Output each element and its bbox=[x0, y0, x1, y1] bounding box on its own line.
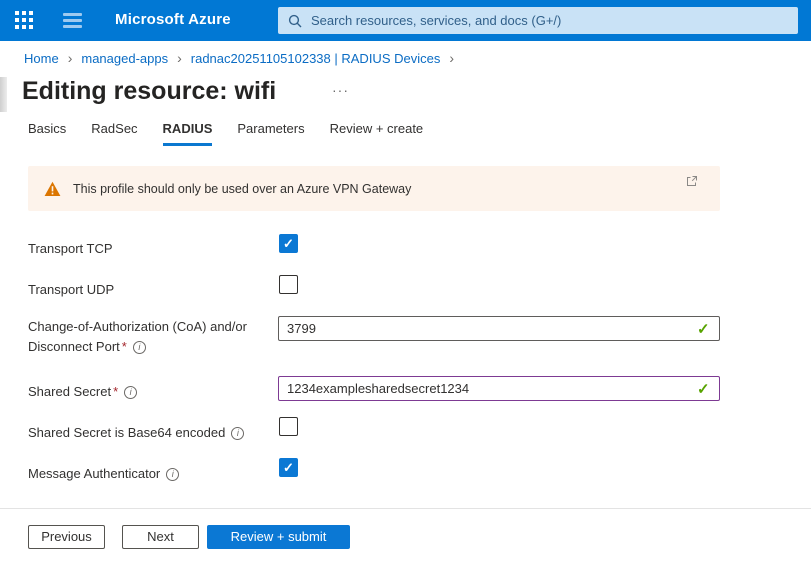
chevron-right-icon: › bbox=[67, 50, 73, 66]
chevron-right-icon: › bbox=[177, 50, 182, 66]
app-launcher-icon[interactable] bbox=[15, 11, 35, 31]
previous-button[interactable]: Previous bbox=[28, 525, 105, 549]
azure-portal-window: Microsoft Azure Home › managed-apps › ra… bbox=[0, 0, 811, 569]
warning-text: This profile should only be used over an… bbox=[73, 181, 412, 196]
tab-review-create[interactable]: Review + create bbox=[330, 121, 424, 146]
checkbox-transport-udp[interactable] bbox=[279, 275, 298, 294]
review-submit-button[interactable]: Review + submit bbox=[207, 525, 350, 549]
label-message-authenticator: Message Authenticator i bbox=[28, 464, 270, 484]
hamburger-menu-icon[interactable] bbox=[63, 13, 82, 28]
info-icon[interactable]: i bbox=[166, 468, 180, 481]
brand-title[interactable]: Microsoft Azure bbox=[115, 11, 231, 28]
checkbox-transport-tcp[interactable] bbox=[279, 234, 298, 253]
footer-divider bbox=[0, 508, 811, 509]
search-input[interactable] bbox=[311, 13, 788, 28]
required-asterisk: * bbox=[121, 339, 127, 354]
blade-edge bbox=[0, 77, 7, 112]
shared-secret-input[interactable] bbox=[278, 376, 720, 401]
tab-radsec[interactable]: RadSec bbox=[91, 121, 137, 146]
label-transport-tcp: Transport TCP bbox=[28, 241, 113, 256]
page-title: Editing resource: wifi bbox=[22, 77, 277, 105]
breadcrumb-managed-apps[interactable]: managed-apps bbox=[81, 51, 168, 66]
label-shared-secret: Shared Secret * i bbox=[28, 382, 270, 402]
breadcrumb: Home › managed-apps › radnac202511051023… bbox=[24, 51, 463, 66]
checkbox-shared-secret-base64[interactable] bbox=[279, 417, 298, 436]
next-button[interactable]: Next bbox=[122, 525, 199, 549]
top-bar: Microsoft Azure bbox=[0, 0, 811, 41]
warning-icon bbox=[44, 181, 61, 196]
valid-check-icon: ✓ bbox=[697, 381, 710, 398]
label-transport-udp: Transport UDP bbox=[28, 282, 115, 297]
global-search[interactable] bbox=[278, 7, 798, 34]
required-asterisk: * bbox=[113, 384, 119, 399]
more-options-icon[interactable]: ··· bbox=[332, 82, 349, 98]
tab-parameters[interactable]: Parameters bbox=[237, 121, 304, 146]
warning-banner: This profile should only be used over an… bbox=[28, 166, 720, 211]
info-icon[interactable]: i bbox=[124, 386, 138, 399]
label-coa-disconnect-port: Change-of-Authorization (CoA) and/or Dis… bbox=[28, 319, 247, 354]
tab-radius[interactable]: RADIUS bbox=[162, 121, 212, 146]
label-shared-secret-base64: Shared Secret is Base64 encoded i bbox=[28, 423, 270, 443]
info-icon[interactable]: i bbox=[132, 341, 146, 354]
tab-strip: Basics RadSec RADIUS Parameters Review +… bbox=[28, 121, 423, 146]
valid-check-icon: ✓ bbox=[697, 321, 710, 338]
coa-disconnect-port-input[interactable] bbox=[278, 316, 720, 341]
checkbox-message-authenticator[interactable] bbox=[279, 458, 298, 477]
info-icon[interactable]: i bbox=[231, 427, 245, 440]
search-icon bbox=[288, 14, 302, 27]
chevron-right-icon: › bbox=[449, 50, 455, 66]
external-link-icon[interactable] bbox=[686, 175, 698, 187]
breadcrumb-home[interactable]: Home bbox=[24, 51, 59, 66]
tab-basics[interactable]: Basics bbox=[28, 121, 66, 146]
breadcrumb-radius-devices[interactable]: radnac20251105102338 | RADIUS Devices bbox=[191, 51, 441, 66]
